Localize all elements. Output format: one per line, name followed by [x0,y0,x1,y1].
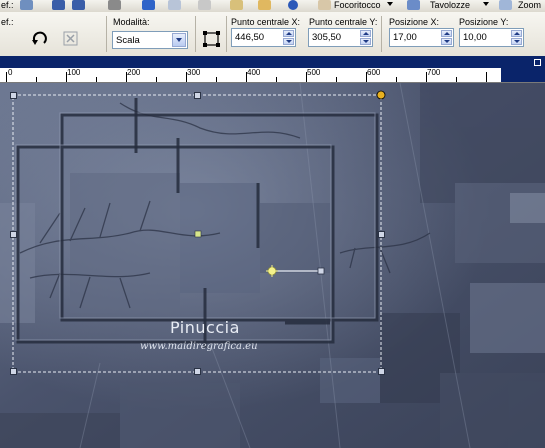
horizontal-ruler: 0 100 200 300 400 500 600 700 800 [0,68,545,83]
menu-zoom[interactable]: Zoom [518,0,541,10]
image-canvas[interactable]: Pinuccia www.maidiregrafica.eu [0,83,545,448]
spin-up-icon[interactable] [283,30,294,37]
spin-down-icon[interactable] [283,38,294,45]
spin-up-icon[interactable] [441,30,452,37]
menu-focoritocco[interactable]: Focoritocco [334,0,381,10]
resize-handle-bottom[interactable] [194,368,201,375]
spin-down-icon[interactable] [511,38,522,45]
ruler-label: 600 [367,68,381,77]
pos-y-value: 10,00 [463,32,487,43]
ruler-label: 0 [8,68,13,77]
center-y-field[interactable]: 305,50 [308,28,373,47]
spin-up-icon[interactable] [360,30,371,37]
pos-x-label: Posizione X: [389,17,440,27]
spin-up-icon[interactable] [511,30,522,37]
eraser-icon[interactable] [20,0,33,10]
ruler-ticks [6,68,545,82]
mode-value: Scala [116,35,140,46]
watermark-title: Pinuccia [170,318,240,337]
ruler-label: 100 [67,68,81,77]
ruler-label: 400 [247,68,261,77]
pos-y-field[interactable]: 10,00 [459,28,524,47]
paste-icon[interactable] [230,0,243,10]
window-maximize-icon[interactable] [534,59,541,66]
spinner-arrows[interactable] [441,30,452,45]
tool-options-palette: ef.: Modalità: Scala Punto centrale X: 4… [0,12,545,56]
ruler-label: 500 [307,68,321,77]
spinner-arrows[interactable] [360,30,371,45]
rotation-handle [376,90,386,100]
separator [195,16,196,52]
resize-handle-top-left[interactable] [10,92,17,99]
preset-label: ef.: [1,17,14,27]
image-window-titlebar[interactable] [0,56,545,68]
center-x-label: Punto centrale X: [231,17,301,27]
ruler-scrollbar-block [501,68,545,82]
center-x-value: 446,50 [235,32,265,43]
center-y-value: 305,50 [312,32,342,43]
delete-deform-button[interactable] [58,26,83,51]
chevron-down-icon[interactable] [172,33,186,47]
smudge-icon[interactable] [318,0,331,10]
ruler-label: 300 [187,68,201,77]
copy-icon[interactable] [198,0,211,10]
save-icon[interactable] [52,0,65,10]
reset-rotate-button[interactable] [28,26,53,51]
canvas-artwork [0,83,545,448]
resize-handle-bottom-left[interactable] [10,368,17,375]
palette-icon[interactable] [407,0,420,10]
resize-handle-bottom-right[interactable] [378,368,385,375]
resize-handle-top[interactable] [194,92,201,99]
center-y-label: Punto centrale Y: [309,17,378,27]
undo-icon[interactable] [142,0,155,10]
bounding-box-icon [203,31,220,47]
save-as-icon[interactable] [72,0,85,10]
print-icon[interactable] [108,0,121,10]
paste-layer-icon[interactable] [258,0,271,10]
mode-select[interactable]: Scala [112,31,188,49]
separator [381,16,382,52]
zoom-icon[interactable] [499,0,512,10]
info-icon[interactable] [288,0,298,10]
spin-down-icon[interactable] [360,38,371,45]
menu-fragment-label: ef.: [1,0,14,10]
watermark-url: www.maidiregrafica.eu [140,341,258,352]
spinner-arrows[interactable] [283,30,294,45]
mode-label: Modalità: [113,17,150,27]
pos-x-value: 17,00 [393,32,417,43]
chevron-down-icon[interactable] [387,2,393,6]
chevron-down-icon[interactable] [483,2,489,6]
menu-tavolozze[interactable]: Tavolozze [430,0,470,10]
pos-y-label: Posizione Y: [459,17,509,27]
center-x-field[interactable]: 446,50 [231,28,296,47]
redo-icon[interactable] [168,0,181,10]
deform-delete-icon [63,31,78,46]
pos-x-field[interactable]: 17,00 [389,28,454,47]
spin-down-icon[interactable] [441,38,452,45]
resize-handle-right[interactable] [378,231,385,238]
separator [106,16,107,52]
resize-handle-left[interactable] [10,231,17,238]
ruler-label: 200 [127,68,141,77]
ruler-label: 800 [487,68,501,77]
perspective-button[interactable] [199,26,224,51]
rotate-icon [32,31,47,45]
separator [226,16,227,52]
spinner-arrows[interactable] [511,30,522,45]
ruler-label: 700 [427,68,441,77]
